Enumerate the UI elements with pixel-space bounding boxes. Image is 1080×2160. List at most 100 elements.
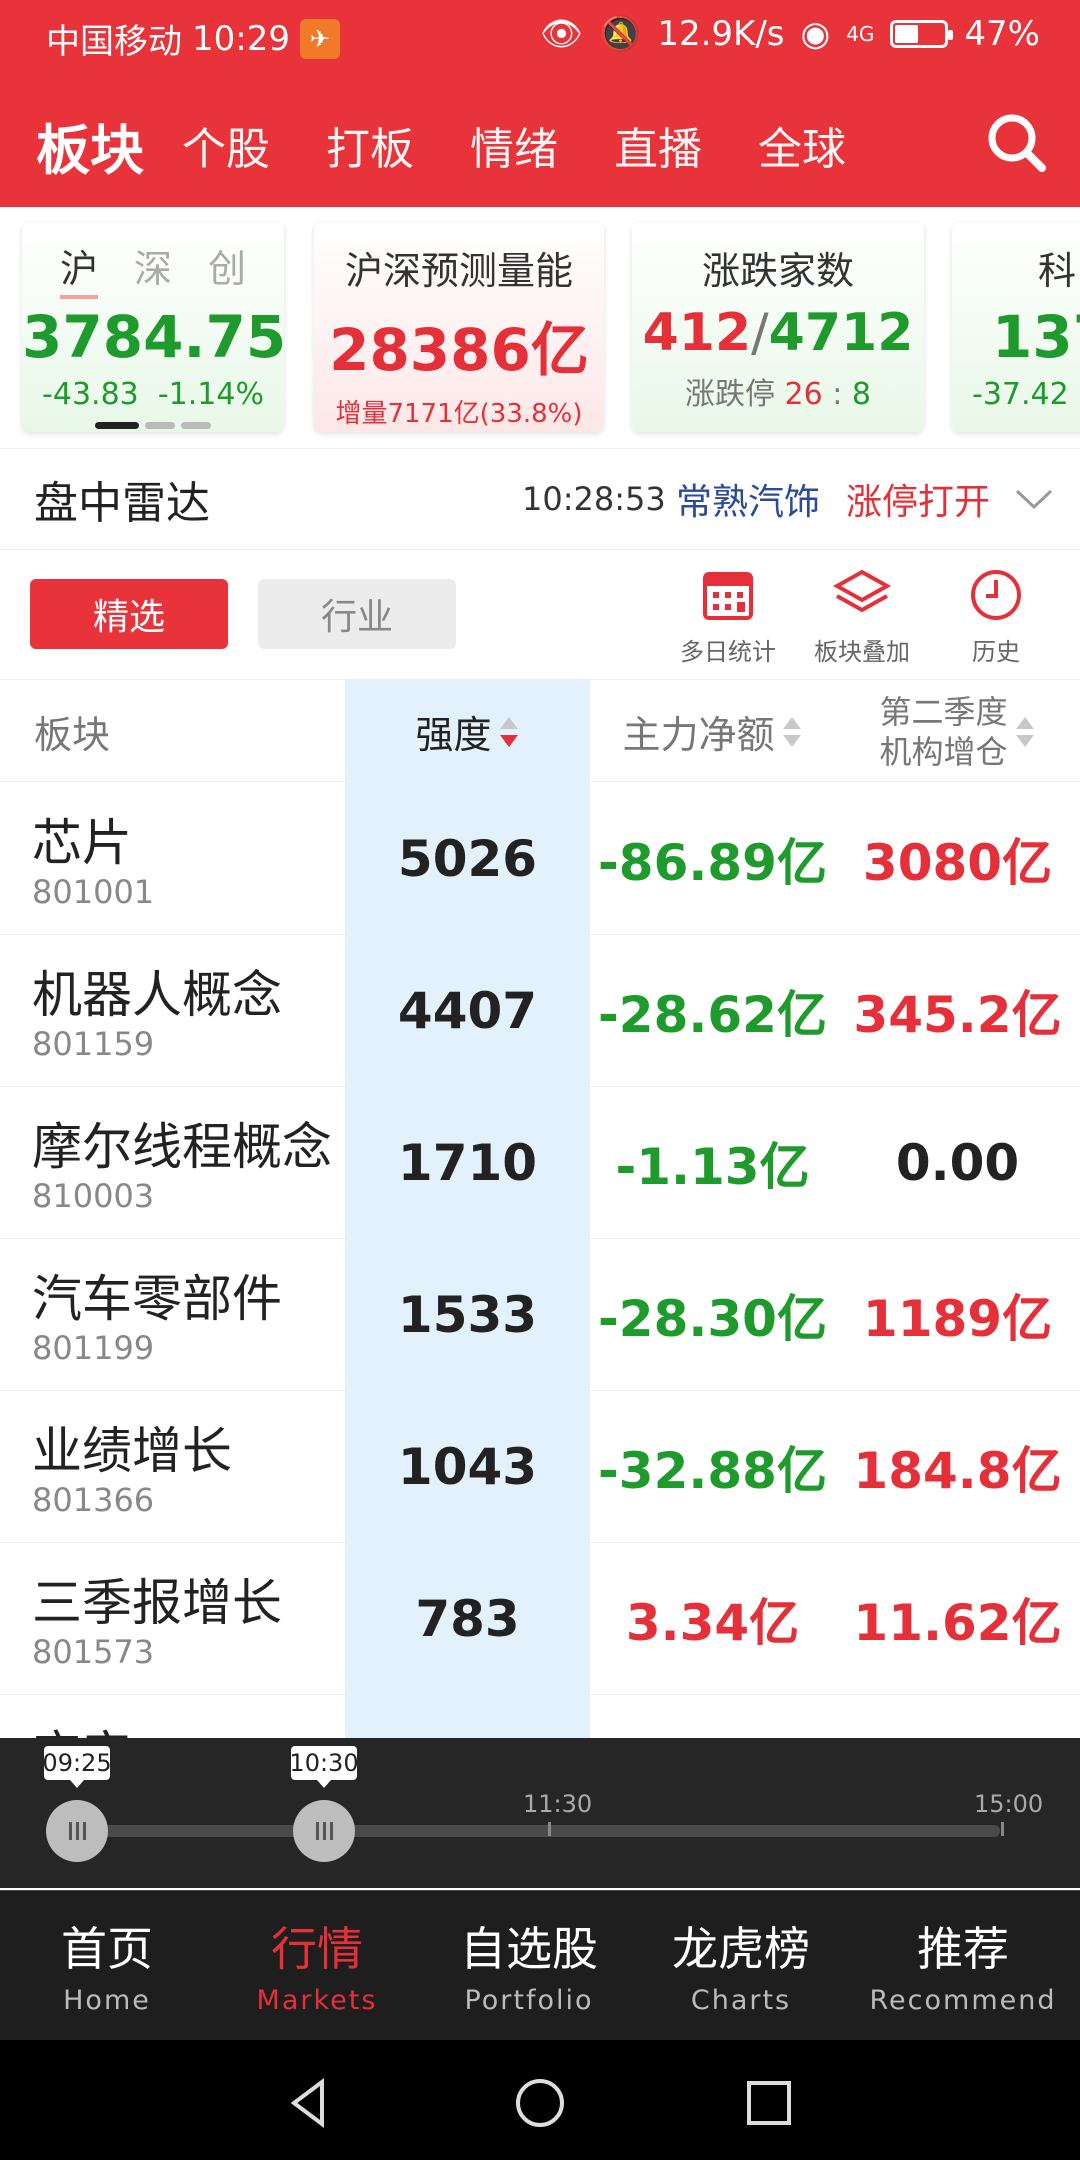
index-tab-sz[interactable]: 深 (134, 238, 172, 299)
updown-card[interactable]: 涨跌家数 412/4712 涨跌停 26 : 8 (632, 222, 924, 432)
tab-limit-up[interactable]: 打板 (326, 113, 414, 177)
index-card[interactable]: 沪 深 创 3784.75 -43.83 -1.14% (22, 222, 284, 432)
index-tab-sh[interactable]: 沪 (59, 238, 98, 299)
slider-track[interactable] (76, 1825, 1000, 1837)
sector-name: 三季报增长 (32, 1574, 282, 1632)
strength-value: 5026 (397, 830, 538, 888)
sector-code: 801159 (32, 1025, 155, 1063)
header-net-inflow[interactable]: 主力净额 (590, 680, 835, 783)
current-handle[interactable] (293, 1800, 355, 1862)
app-header: 中国移动 10:29 ✈ 👁 🔕 12.9K/s ◉ 4G 47% 板块 个股 … (0, 0, 1080, 207)
header-strength[interactable]: 强度 (345, 680, 590, 783)
index-value: 3784.75 (22, 303, 284, 371)
tick-mark (548, 1822, 551, 1836)
tab-global[interactable]: 全球 (758, 113, 846, 177)
table-row[interactable]: 芯片 801001 5026 -86.89亿 3080亿 (0, 783, 1080, 935)
table-row[interactable]: 摩尔线程概念 810003 1710 -1.13亿 0.00 (0, 1087, 1080, 1239)
net-inflow-value: 3.34亿 (625, 1594, 800, 1652)
tick-label-1500: 15:00 (974, 1790, 1044, 1818)
page-dots (22, 422, 284, 429)
signal-label: 4G (846, 22, 875, 46)
inst-increase-value: 345.2亿 (853, 986, 1062, 1044)
radar-label: 盘中雷达 (34, 478, 210, 529)
sort-icon (1014, 715, 1036, 749)
tick-mark (1001, 1822, 1004, 1836)
sector-name: 机器人概念 (32, 966, 282, 1024)
index-tab-cy[interactable]: 创 (208, 238, 246, 299)
updown-title: 涨跌家数 (701, 249, 854, 293)
volume-value: 28386亿 (329, 316, 589, 384)
strength-value: 1043 (397, 1438, 538, 1496)
sector-name: 摩尔线程概念 (32, 1118, 332, 1176)
start-time-bubble: 09:25 (42, 1746, 112, 1788)
nav-charts[interactable]: 龙虎榜 Charts (636, 1913, 846, 2016)
nav-markets[interactable]: 行情 Markets (212, 1913, 422, 2016)
battery-percent: 47% (964, 14, 1040, 54)
tab-sector[interactable]: 板块 (36, 106, 144, 185)
multi-day-stats-button[interactable]: 多日统计 (658, 566, 798, 667)
clock-icon (971, 570, 1021, 620)
table-row[interactable]: 汽车零部件 801199 1533 -28.30亿 1189亿 (0, 1239, 1080, 1391)
top-nav: 板块 个股 打板 情绪 直播 全球 (0, 100, 1080, 190)
time-slider[interactable]: 09:25 10:30 11:30 15:00 (0, 1738, 1080, 1888)
radar-time: 10:28:53 (522, 480, 666, 518)
nav-home[interactable]: 首页 Home (2, 1913, 212, 2016)
multi-day-stats-label: 多日统计 (680, 638, 776, 666)
history-button[interactable]: 历史 (926, 566, 1066, 667)
sector-overlay-button[interactable]: 板块叠加 (792, 566, 932, 667)
eye-icon: 👁 (539, 14, 583, 54)
volume-title: 沪深预测量能 (344, 249, 573, 293)
chevron-down-icon[interactable] (1014, 483, 1054, 513)
tab-live[interactable]: 直播 (614, 113, 702, 177)
sort-desc-icon (498, 715, 520, 749)
strength-value: 1710 (397, 1134, 538, 1192)
intraday-radar[interactable]: 盘中雷达 10:28:53 常熟汽饰 涨停打开 (0, 448, 1080, 550)
sector-code: 801573 (32, 1633, 155, 1671)
inst-increase-value: 184.8亿 (853, 1442, 1062, 1500)
history-label: 历史 (972, 638, 1020, 666)
updown-counts: 412/4712 (642, 303, 914, 363)
star-card-change: -37.42 (972, 377, 1069, 412)
sort-icon (781, 715, 803, 749)
sector-overlay-label: 板块叠加 (814, 638, 910, 666)
clock: 10:29 (192, 18, 290, 59)
recents-square-icon[interactable] (742, 2076, 796, 2130)
bottom-nav: 首页 Home 行情 Markets 自选股 Portfolio 龙虎榜 Charts … (0, 1890, 1080, 2040)
nav-recommend[interactable]: 推荐 Recommend (858, 1913, 1068, 2016)
strength-value: 783 (415, 1590, 520, 1648)
table-header: 板块 强度 主力净额 第二季度 机构增仓 (0, 679, 1080, 782)
net-inflow-value: -32.88亿 (598, 1442, 827, 1500)
index-tabs: 沪 深 创 (22, 238, 284, 299)
featured-button[interactable]: 精选 (30, 579, 228, 649)
inst-increase-value: 11.62亿 (853, 1594, 1062, 1652)
sector-code: 801199 (32, 1329, 155, 1367)
industry-button[interactable]: 行业 (258, 579, 456, 649)
tick-label-1130: 11:30 (523, 1790, 593, 1818)
volume-card[interactable]: 沪深预测量能 28386亿 增量7171亿(33.8%) (314, 222, 604, 432)
start-handle[interactable] (46, 1800, 108, 1862)
table-row[interactable]: 机器人概念 801159 4407 -28.62亿 345.2亿 (0, 935, 1080, 1087)
battery-icon (890, 20, 954, 48)
status-bar-left: 中国移动 10:29 ✈ (46, 14, 340, 63)
radar-event: 涨停打开 (846, 482, 991, 523)
inst-increase-value: 1189亿 (862, 1290, 1053, 1348)
table-row[interactable]: 三季报增长 801573 783 3.34亿 11.62亿 (0, 1543, 1080, 1695)
table-row[interactable]: 业绩增长 801366 1043 -32.88亿 184.8亿 (0, 1391, 1080, 1543)
inst-increase-value: 3080亿 (862, 834, 1053, 892)
tab-stocks[interactable]: 个股 (182, 113, 270, 177)
carrier-label: 中国移动 (46, 22, 182, 62)
mute-bell-icon: 🔕 (599, 14, 642, 54)
sector-code: 801366 (32, 1481, 155, 1519)
nav-portfolio[interactable]: 自选股 Portfolio (424, 1913, 634, 2016)
star-index-card[interactable]: 科 137 -37.42 (952, 222, 1080, 432)
limit-counts: 涨跌停 26 : 8 (684, 377, 872, 412)
search-icon[interactable] (982, 108, 1052, 178)
calendar-stats-icon (703, 572, 753, 620)
radar-stock[interactable]: 常熟汽饰 (676, 473, 820, 525)
home-circle-icon[interactable] (513, 2076, 567, 2130)
sector-name: 汽车零部件 (32, 1270, 282, 1328)
tab-sentiment[interactable]: 情绪 (470, 113, 558, 177)
header-inst-increase[interactable]: 第二季度 机构增仓 (835, 680, 1080, 783)
back-icon[interactable] (282, 2076, 336, 2130)
status-bar-right: 👁 🔕 12.9K/s ◉ 4G 47% (540, 14, 1040, 54)
